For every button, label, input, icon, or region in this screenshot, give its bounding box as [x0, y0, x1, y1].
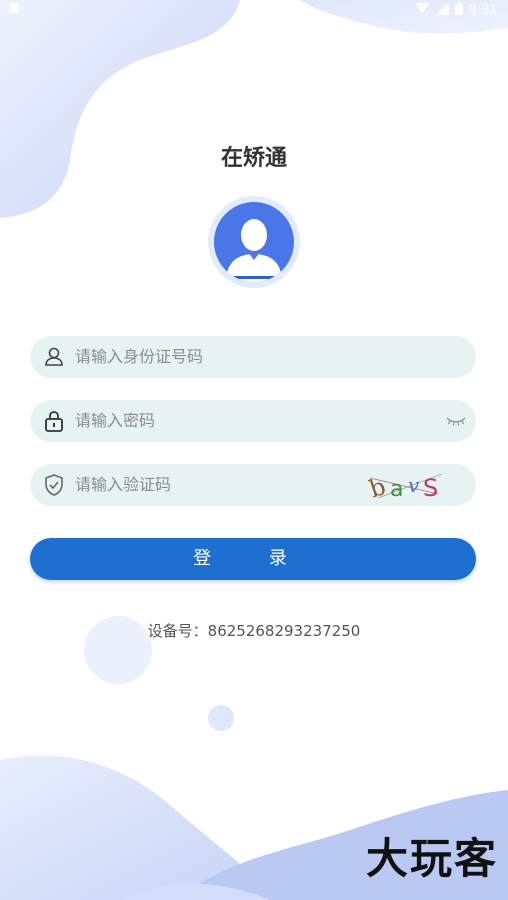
captcha-field[interactable]: 请输入验证码 b a v S	[30, 464, 476, 506]
device-label: 设备号：	[147, 622, 208, 640]
lock-icon	[42, 409, 66, 433]
status-bar: 9:31	[0, 0, 508, 22]
avatar-inner	[214, 202, 294, 282]
avatar	[208, 196, 300, 288]
device-number: 8625268293237250	[207, 622, 361, 640]
password-placeholder: 请输入密码	[75, 411, 156, 430]
notification-icon	[8, 2, 20, 18]
svg-text:S: S	[423, 474, 438, 502]
svg-text:b: b	[368, 472, 389, 502]
top-left-blob	[0, 0, 240, 218]
app-title: 在矫通	[220, 146, 287, 171]
battery-icon	[454, 2, 463, 19]
status-bar-left	[8, 2, 20, 18]
captcha-image[interactable]: b a v S	[368, 468, 446, 502]
user-outline-icon	[42, 345, 66, 369]
svg-text:v: v	[408, 473, 420, 497]
status-time: 9:31	[468, 3, 498, 18]
decor-circle-small	[208, 705, 234, 731]
captcha-placeholder: 请输入验证码	[75, 475, 172, 494]
wifi-icon	[414, 2, 429, 19]
eye-closed-icon[interactable]	[446, 413, 466, 427]
device-info: 设备号：8625268293237250	[0, 620, 508, 641]
password-field[interactable]: 请输入密码	[30, 400, 476, 442]
id-number-field[interactable]: 请输入身份证号码	[30, 336, 476, 378]
watermark-logo: 大玩客	[365, 834, 498, 883]
status-bar-right: 9:31	[414, 2, 498, 19]
shield-check-icon	[42, 473, 66, 497]
signal-icon	[434, 2, 449, 19]
id-number-placeholder: 请输入身份证号码	[75, 347, 204, 366]
login-button[interactable]: 登 录	[30, 538, 476, 580]
background-decoration	[0, 0, 508, 900]
user-silhouette-icon	[226, 219, 282, 282]
svg-text:a: a	[390, 477, 403, 502]
